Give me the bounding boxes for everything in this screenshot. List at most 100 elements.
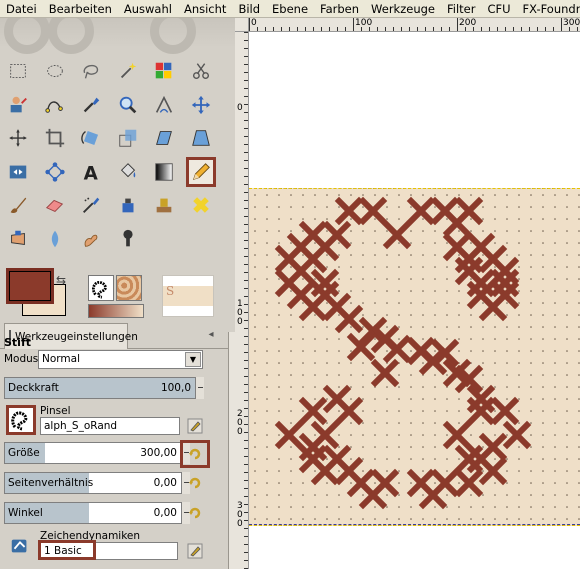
cross-stitch [334,396,364,426]
horizontal-ruler[interactable]: 0 100 200 300 [249,18,580,32]
menu-ansicht[interactable]: Ansicht [178,0,232,17]
active-pattern-preview[interactable] [116,275,142,301]
perspective-icon[interactable] [186,123,216,153]
active-image-thumbnail[interactable]: S [162,275,214,317]
cross-stitch [358,196,388,226]
opacity-slider[interactable]: Deckkraft 100,0 [4,377,196,399]
vertical-ruler[interactable]: 0100200300 [235,32,249,569]
menu-farben[interactable]: Farben [314,0,365,17]
foreground-select-icon[interactable] [3,90,33,120]
paths-icon[interactable] [40,90,70,120]
blur-icon[interactable] [40,224,70,254]
heal-icon[interactable] [186,190,216,220]
cage-icon[interactable] [40,157,70,187]
paintbrush-icon[interactable] [3,190,33,220]
reset-angle-icon[interactable] [186,504,204,522]
menu-fx-foundry[interactable]: FX-Foundry [517,0,580,17]
ruler-tick [244,328,248,329]
select-by-color-icon[interactable] [149,56,179,86]
mode-select[interactable]: Normal ▼ [38,350,203,369]
crop-icon[interactable] [40,123,70,153]
menu-filter[interactable]: Filter [441,0,481,17]
ruler-tick [353,18,354,31]
image-window: 0 100 200 300 0 100 200 300 [235,18,580,569]
aspect-value: 0,00 [153,477,177,489]
ruler-tick [244,184,248,185]
rotate-icon[interactable] [76,123,106,153]
chevron-down-icon[interactable]: ▼ [185,352,201,367]
ruler-tick [244,152,248,153]
lasso-icon[interactable] [76,56,106,86]
decoration-swirl [48,18,94,54]
blend-icon[interactable] [149,157,179,187]
text-icon[interactable]: A [76,157,106,187]
ruler-tick [257,27,258,31]
ruler-tick [244,288,248,289]
size-slider[interactable]: Größe 300,00 [4,442,182,464]
bucket-fill-icon[interactable] [113,157,143,187]
eraser-icon[interactable] [40,190,70,220]
ruler-tick [244,456,248,457]
scissors-icon[interactable] [186,56,216,86]
pencil-icon[interactable] [185,156,216,187]
ink-icon[interactable] [113,190,143,220]
menu-werkzeuge[interactable]: Werkzeuge [365,0,441,17]
guide-line [249,524,580,525]
align-icon[interactable] [3,123,33,153]
brush-name-field[interactable]: alph_S_oRand [40,417,180,435]
scale-icon[interactable] [113,123,143,153]
measure-icon[interactable] [149,90,179,120]
ruler-tick [244,496,248,497]
menu-auswahl[interactable]: Auswahl [118,0,178,17]
cross-stitch [418,480,448,510]
perspective-clone-icon[interactable] [3,224,33,254]
brush-selector-button[interactable] [6,405,36,435]
ruler-tick [244,480,248,481]
swap-colors-icon[interactable]: ⇆ [56,273,66,287]
ruler-tick [244,312,248,313]
shear-icon[interactable] [149,123,179,153]
dynamics-selector-button[interactable] [6,532,34,560]
ruler-tick [417,27,418,31]
airbrush-icon[interactable] [76,190,106,220]
ruler-tick [289,27,290,31]
ruler-tick [244,120,248,121]
ruler-tick [244,472,248,473]
ruler-tick [521,27,522,31]
image-canvas[interactable] [249,188,580,526]
active-brush-preview[interactable] [88,275,114,301]
smudge-icon[interactable] [76,224,106,254]
ruler-tick [244,352,248,353]
move-icon[interactable] [186,90,216,120]
menu-bild[interactable]: Bild [232,0,266,17]
color-picker-icon[interactable] [76,90,106,120]
active-gradient-preview[interactable] [88,304,144,318]
foreground-color-swatch[interactable] [6,268,54,304]
menu-datei[interactable]: Datei [0,0,43,17]
ruler-tick [244,560,248,561]
magic-wand-icon[interactable] [113,56,143,86]
dynamics-highlight [38,540,96,560]
clone-icon[interactable] [149,190,179,220]
opacity-spinner[interactable] [195,377,204,399]
menu-cfu[interactable]: CFU [481,0,516,17]
aspect-label: Seitenverhältnis [8,477,94,489]
zoom-icon[interactable] [113,90,143,120]
reset-aspect-icon[interactable] [186,474,204,492]
menu-ebene[interactable]: Ebene [266,0,314,17]
ruler-tick [244,280,248,281]
angle-slider[interactable]: Winkel 0,00 [4,502,182,524]
options-scrollbar[interactable] [228,332,235,569]
ruler-corner[interactable] [235,18,249,32]
edit-dynamics-icon[interactable] [187,543,203,559]
rect-select-icon[interactable] [3,56,33,86]
ellipse-select-icon[interactable] [40,56,70,86]
dodge-burn-icon[interactable] [113,224,143,254]
menu-bearbeiten[interactable]: Bearbeiten [43,0,118,17]
ruler-tick [244,392,248,393]
reset-size-icon[interactable] [186,445,204,463]
aspect-ratio-slider[interactable]: Seitenverhältnis 0,00 [4,472,182,494]
decoration-swirl [150,18,196,54]
flip-icon[interactable] [3,157,33,187]
edit-brush-icon[interactable] [187,418,203,434]
